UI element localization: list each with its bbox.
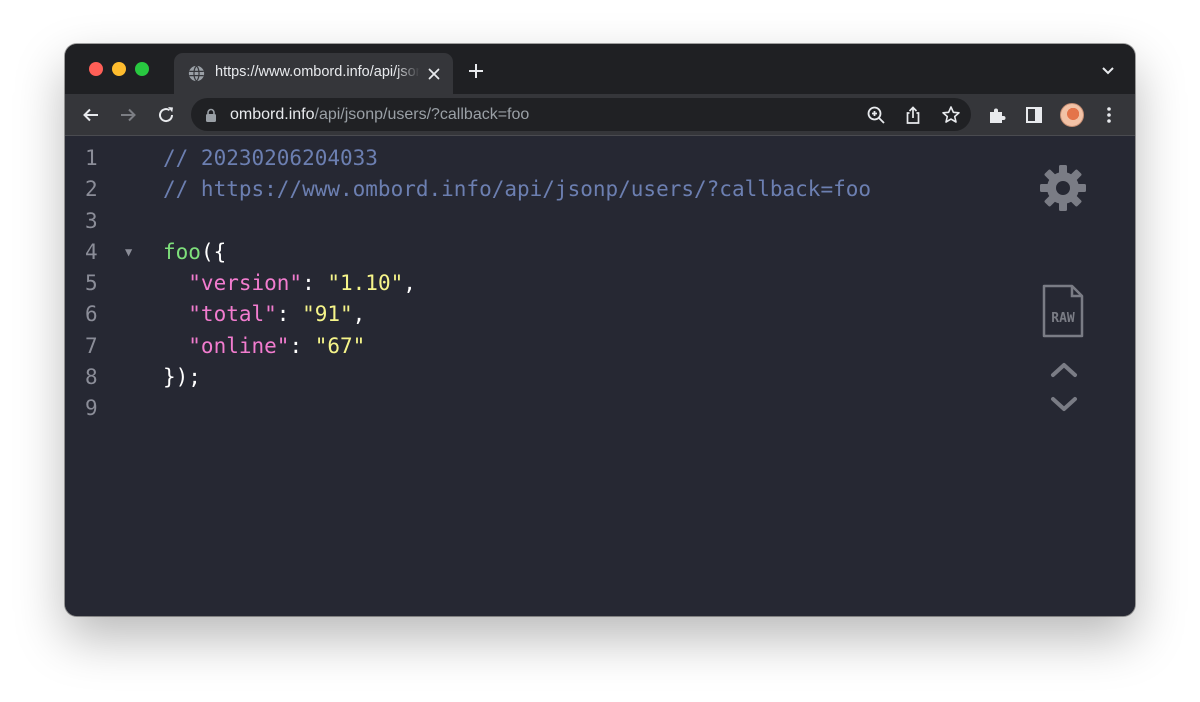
menu-icon[interactable]: [1099, 105, 1119, 125]
tab-strip: https://www.ombord.info/api/jsonp/users/…: [65, 44, 1135, 94]
url-host: ombord.info: [230, 106, 315, 123]
close-icon[interactable]: [426, 66, 442, 82]
line-text: // https://www.ombord.info/api/jsonp/use…: [163, 174, 871, 205]
url-path: /api/jsonp/users/?callback=foo: [314, 106, 530, 123]
punct-token: :: [276, 302, 303, 327]
side-panel-icon[interactable]: [1024, 105, 1044, 125]
raw-label: RAW: [1051, 311, 1075, 326]
punct-token: :: [289, 333, 315, 358]
line-text: });: [163, 362, 201, 393]
punct-token: ,: [352, 302, 366, 327]
forward-icon[interactable]: [118, 105, 138, 125]
comment-token: // 20230206204033: [163, 146, 378, 170]
line-text: "online": "67": [163, 331, 365, 362]
zoom-icon[interactable]: [866, 105, 886, 125]
globe-icon: [188, 65, 205, 82]
key-token: "version": [163, 271, 303, 296]
back-icon[interactable]: [81, 105, 101, 125]
line-number: 9: [85, 396, 98, 421]
str-token: "91": [302, 302, 353, 327]
share-icon[interactable]: [903, 105, 923, 125]
profile-avatar[interactable]: [1060, 103, 1084, 127]
settings-gear-icon[interactable]: [1038, 163, 1088, 213]
json-viewer: 1 // 20230206204033 2 // https://www.ombord…: [65, 136, 1135, 616]
key-token: "online": [163, 333, 290, 358]
bookmark-star-icon[interactable]: [941, 105, 961, 125]
key-token: "total": [163, 302, 277, 327]
punct-token: });: [163, 365, 201, 390]
line-number: 6: [85, 302, 98, 327]
address-bar[interactable]: ombord.info/api/jsonp/users/?callback=fo…: [191, 98, 971, 131]
line-text: "total": "91",: [163, 299, 365, 330]
new-tab-icon[interactable]: [468, 63, 484, 79]
punct-token: :: [302, 271, 328, 296]
str-token: "1.10": [327, 271, 404, 296]
str-token: "67": [314, 333, 366, 358]
line-number: 5: [85, 271, 98, 296]
comment-token: // https://www.ombord.info/api/jsonp/use…: [163, 177, 872, 202]
collapse-all-icon[interactable]: [1050, 361, 1078, 379]
punct-token: ({: [200, 239, 227, 264]
reload-icon[interactable]: [156, 105, 176, 125]
tab-title: https://www.ombord.info/api/jsonp/users/…: [215, 64, 420, 80]
zoom-window-button[interactable]: [135, 62, 149, 76]
minimize-window-button[interactable]: [112, 62, 126, 76]
func-token: foo: [163, 239, 201, 264]
line-text: // 20230206204033: [163, 143, 378, 174]
close-window-button[interactable]: [89, 62, 103, 76]
line-number: 8: [85, 365, 98, 390]
raw-file-icon[interactable]: RAW: [1041, 283, 1085, 339]
tab-active[interactable]: https://www.ombord.info/api/jsonp/users/…: [174, 53, 453, 94]
line-number: 4: [85, 239, 98, 264]
line-text: foo({: [163, 237, 226, 268]
line-text: "version": "1.10",: [163, 268, 416, 299]
extensions-icon[interactable]: [987, 105, 1007, 125]
line-number: 3: [85, 208, 98, 233]
fold-toggle-icon[interactable]: ▼: [125, 237, 132, 268]
chevron-down-icon[interactable]: [1101, 66, 1115, 76]
line-number: 1: [85, 146, 98, 170]
url-text: ombord.info/api/jsonp/users/?callback=fo…: [230, 106, 529, 124]
browser-window: https://www.ombord.info/api/jsonp/users/…: [65, 44, 1135, 616]
expand-all-icon[interactable]: [1050, 395, 1078, 413]
line-number: 7: [85, 333, 98, 358]
line-number: 2: [85, 177, 98, 202]
lock-icon[interactable]: [205, 108, 217, 122]
toolbar: ombord.info/api/jsonp/users/?callback=fo…: [65, 94, 1135, 136]
punct-token: ,: [403, 271, 416, 296]
